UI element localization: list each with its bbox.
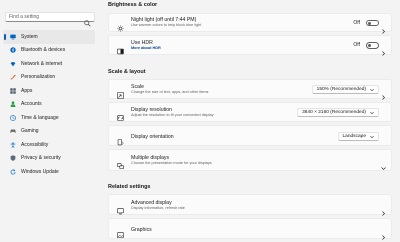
sidebar-item-label: Apps — [21, 87, 33, 94]
resolution-subtitle: Adjust the resolution to fit your connec… — [131, 113, 214, 117]
multiple-displays-card[interactable]: Multiple displays Choose the presentatio… — [108, 149, 392, 171]
sidebar-item-label: System — [21, 33, 38, 40]
sidebar-nav: System Bluetooth & devices Network & int… — [3, 30, 95, 179]
sidebar-item-gaming[interactable]: Gaming — [3, 125, 95, 139]
night-light-text: Night light (off until 7:44 PM) Use warm… — [131, 17, 201, 28]
chevron-right-icon[interactable] — [381, 21, 386, 34]
section-title-scale-layout: Scale & layout — [108, 69, 146, 75]
scale-card[interactable]: Scale Change the size of text, apps, and… — [108, 79, 392, 100]
orientation-text: Display orientation — [131, 134, 174, 140]
sidebar-item-system[interactable]: System — [3, 30, 95, 44]
search-icon[interactable] — [84, 14, 91, 27]
chevron-down-icon — [370, 135, 374, 139]
sidebar-item-personalization[interactable]: Personalization — [3, 71, 95, 85]
sidebar-item-accounts[interactable]: Accounts — [3, 98, 95, 112]
resolution-text: Display resolution Adjust the resolution… — [131, 107, 214, 118]
night-light-icon — [117, 19, 124, 32]
advanced-display-subtitle: Display information, refresh rate — [131, 206, 185, 210]
hdr-text: Use HDR More about HDR — [131, 40, 161, 51]
graphics-text: Graphics — [131, 227, 152, 233]
multiple-displays-text: Multiple displays Choose the presentatio… — [131, 155, 212, 166]
search-input[interactable] — [9, 13, 87, 21]
advanced-display-text: Advanced display Display information, re… — [131, 200, 185, 211]
sidebar-item-accessibility[interactable]: Accessibility — [3, 138, 95, 152]
orientation-icon — [117, 133, 124, 146]
resolution-card[interactable]: Display resolution Adjust the resolution… — [108, 102, 392, 122]
section-title-related: Related settings — [108, 184, 151, 190]
multiple-displays-subtitle: Choose the presentation mode for your di… — [131, 161, 212, 165]
scale-value: 150% (Recommended) — [316, 87, 366, 92]
apps-icon — [10, 88, 16, 94]
chevron-down-icon — [370, 88, 374, 92]
gamepad-icon — [10, 128, 16, 134]
sidebar-item-label: Accessibility — [21, 141, 49, 148]
sidebar-item-label: Windows Update — [21, 168, 59, 175]
scale-icon — [117, 86, 124, 99]
orientation-card[interactable]: Display orientation Landscape — [108, 125, 392, 146]
graphics-card[interactable]: Graphics — [108, 218, 392, 240]
sidebar-item-label: Time & language — [21, 114, 59, 121]
bluetooth-icon — [10, 47, 16, 53]
night-light-toggle[interactable] — [366, 19, 379, 26]
multiple-displays-icon — [117, 157, 124, 169]
network-icon — [10, 61, 16, 67]
sidebar-item-label: Bluetooth & devices — [21, 47, 66, 54]
orientation-title: Display orientation — [131, 134, 174, 140]
chevron-right-icon[interactable] — [381, 87, 386, 100]
resolution-value: 3840 × 2160 (Recommended) — [302, 110, 366, 115]
sidebar-item-label: Network & internet — [21, 60, 63, 67]
advanced-display-icon — [117, 202, 124, 215]
section-title-brightness: Brightness & color — [108, 2, 158, 8]
resolution-icon — [117, 109, 124, 121]
chevron-right-icon[interactable] — [381, 227, 386, 240]
hdr-toggle[interactable] — [366, 42, 379, 49]
hdr-toggle-group: Off — [353, 42, 379, 49]
hdr-card[interactable]: Use HDR More about HDR Off — [108, 35, 392, 56]
sidebar-item-time-language[interactable]: Time & language — [3, 111, 95, 125]
night-light-subtitle: Use warmer colors to help block blue lig… — [131, 23, 202, 27]
scale-dropdown[interactable]: 150% (Recommended) — [311, 85, 379, 94]
hdr-icon — [117, 42, 124, 55]
sidebar-item-label: Accounts — [21, 101, 42, 108]
advanced-display-card[interactable]: Advanced display Display information, re… — [108, 194, 392, 216]
person-icon — [10, 101, 16, 108]
search-box[interactable] — [5, 12, 95, 27]
shield-icon — [10, 155, 16, 162]
sidebar-item-label: Personalization — [21, 74, 56, 81]
sidebar-item-network[interactable]: Network & internet — [3, 57, 95, 71]
update-icon — [10, 168, 16, 175]
chevron-right-icon[interactable] — [381, 203, 386, 216]
chevron-down-icon[interactable] — [381, 158, 386, 170]
hdr-state: Off — [353, 42, 360, 49]
graphics-title: Graphics — [131, 226, 152, 233]
main-content: Brightness & color Night light (off unti… — [104, 0, 400, 242]
night-light-toggle-group: Off — [353, 19, 379, 26]
sidebar-item-privacy[interactable]: Privacy & security — [3, 152, 95, 166]
sidebar-item-bluetooth[interactable]: Bluetooth & devices — [3, 44, 95, 58]
night-light-state: Off — [353, 19, 360, 26]
sidebar: System Bluetooth & devices Network & int… — [0, 0, 100, 242]
monitor-icon — [10, 34, 16, 40]
hdr-more-link[interactable]: More about HDR — [131, 46, 161, 51]
sidebar-item-label: Gaming — [21, 128, 39, 135]
sidebar-item-windows-update[interactable]: Windows Update — [3, 165, 95, 179]
graphics-icon — [117, 226, 124, 238]
resolution-dropdown[interactable]: 3840 × 2160 (Recommended) — [297, 108, 379, 117]
orientation-dropdown[interactable]: Landscape — [337, 132, 379, 141]
scale-text: Scale Change the size of text, apps, and… — [131, 84, 208, 95]
night-light-card[interactable]: Night light (off until 7:44 PM) Use warm… — [108, 13, 392, 34]
accessibility-icon — [10, 142, 16, 148]
sidebar-item-apps[interactable]: Apps — [3, 84, 95, 98]
brush-icon — [10, 74, 16, 80]
orientation-value: Landscape — [342, 134, 366, 139]
scale-subtitle: Change the size of text, apps, and other… — [131, 90, 209, 94]
chevron-down-icon — [370, 111, 374, 115]
sidebar-item-label: Privacy & security — [21, 155, 61, 162]
chevron-right-icon[interactable] — [381, 43, 386, 56]
globe-clock-icon — [10, 114, 16, 121]
